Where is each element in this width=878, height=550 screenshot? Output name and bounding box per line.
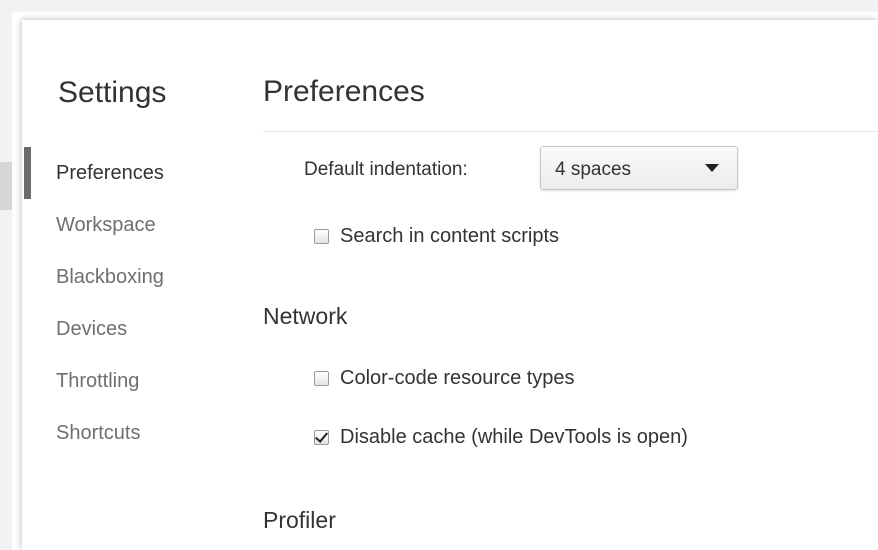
sidebar-item-workspace[interactable]: Workspace bbox=[22, 205, 242, 257]
settings-panel: Settings Preferences Workspace Blackboxi… bbox=[22, 20, 878, 550]
disable-cache-label: Disable cache (while DevTools is open) bbox=[340, 425, 688, 448]
sidebar-item-preferences[interactable]: Preferences bbox=[22, 147, 242, 205]
disable-cache-option[interactable]: Disable cache (while DevTools is open) bbox=[314, 425, 688, 449]
settings-title: Settings bbox=[58, 76, 167, 109]
network-section-header: Network bbox=[263, 303, 348, 329]
color-code-resource-types-checkbox[interactable] bbox=[314, 370, 329, 386]
color-code-resource-types-label: Color-code resource types bbox=[340, 366, 575, 389]
dropdown-arrow-icon bbox=[705, 164, 719, 172]
devtools-settings-window: Settings Preferences Workspace Blackboxi… bbox=[0, 0, 878, 550]
default-indentation-value: 4 spaces bbox=[555, 159, 632, 180]
color-code-resource-types-option[interactable]: Color-code resource types bbox=[314, 366, 575, 390]
settings-sidebar: Preferences Workspace Blackboxing Device… bbox=[22, 147, 242, 465]
search-content-scripts-checkbox[interactable] bbox=[314, 228, 329, 244]
profiler-section-header: Profiler bbox=[263, 507, 336, 533]
title-divider bbox=[263, 131, 878, 132]
default-indentation-label: Default indentation: bbox=[304, 159, 468, 180]
disable-cache-checkbox[interactable] bbox=[314, 429, 329, 445]
background-top-strip bbox=[0, 0, 878, 12]
background-left-strip bbox=[0, 12, 12, 550]
default-indentation-select[interactable]: 4 spaces bbox=[540, 146, 738, 190]
search-content-scripts-option[interactable]: Search in content scripts bbox=[314, 224, 559, 248]
sidebar-item-devices[interactable]: Devices bbox=[22, 309, 242, 361]
search-content-scripts-label: Search in content scripts bbox=[340, 224, 559, 247]
sidebar-item-blackboxing[interactable]: Blackboxing bbox=[22, 257, 242, 309]
sidebar-item-shortcuts[interactable]: Shortcuts bbox=[22, 413, 242, 465]
background-left-strip-mark bbox=[0, 162, 12, 210]
page-title: Preferences bbox=[263, 75, 425, 108]
sidebar-item-throttling[interactable]: Throttling bbox=[22, 361, 242, 413]
